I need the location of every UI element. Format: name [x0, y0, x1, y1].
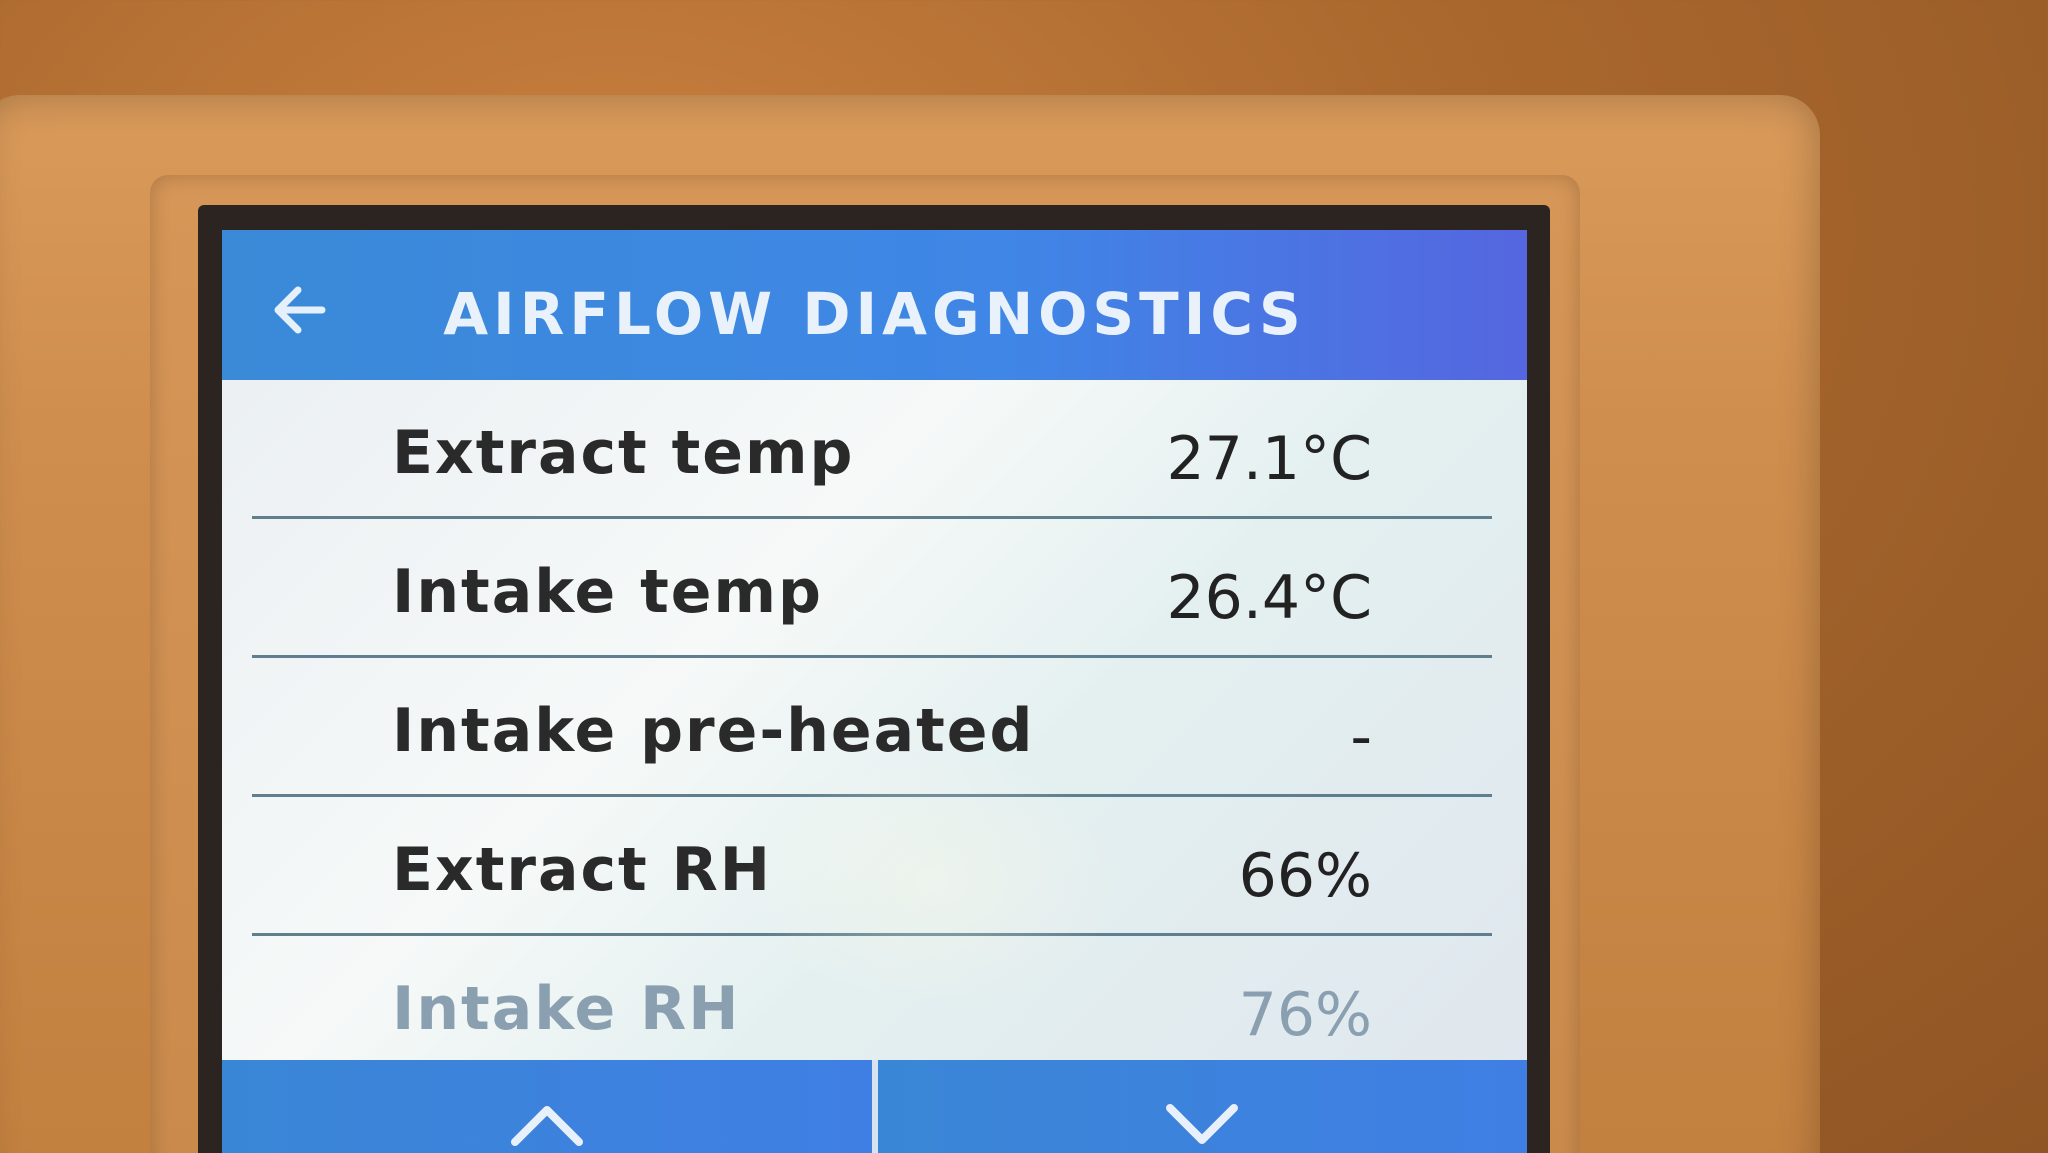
scroll-down-button[interactable]	[877, 1060, 1527, 1153]
page-title: AIRFLOW DIAGNOSTICS	[443, 280, 1306, 348]
row-value-intake-temp: 26.4°C	[1166, 563, 1373, 633]
list-item: Extract temp 27.1°C	[252, 380, 1492, 519]
scroll-up-button[interactable]	[222, 1060, 878, 1153]
chevron-up-icon	[510, 1106, 583, 1146]
row-value-intake-pre-heated: -	[1350, 702, 1372, 772]
display-screen: AIRFLOW DIAGNOSTICS Extract temp 27.1°C …	[222, 230, 1527, 1153]
row-value-extract-rh: 66%	[1238, 841, 1372, 911]
row-value-extract-temp: 27.1°C	[1166, 424, 1373, 494]
header-bar: AIRFLOW DIAGNOSTICS	[222, 230, 1527, 380]
row-value-intake-rh: 76%	[1238, 980, 1372, 1050]
list-item: Intake pre-heated -	[252, 658, 1492, 797]
row-label-intake-temp: Intake temp	[392, 557, 823, 627]
footer-nav	[222, 1060, 1527, 1153]
row-label-extract-temp: Extract temp	[392, 418, 855, 488]
chevron-down-icon	[1166, 1104, 1239, 1144]
list-item: Intake temp 26.4°C	[252, 519, 1492, 658]
diagnostics-list: Extract temp 27.1°C Intake temp 26.4°C I…	[252, 380, 1492, 1075]
list-item: Extract RH 66%	[252, 797, 1492, 936]
row-label-intake-rh: Intake RH	[392, 974, 741, 1044]
row-label-extract-rh: Extract RH	[392, 835, 772, 905]
row-label-intake-pre-heated: Intake pre-heated	[392, 696, 1035, 766]
list-item: Intake RH 76%	[252, 936, 1492, 1075]
